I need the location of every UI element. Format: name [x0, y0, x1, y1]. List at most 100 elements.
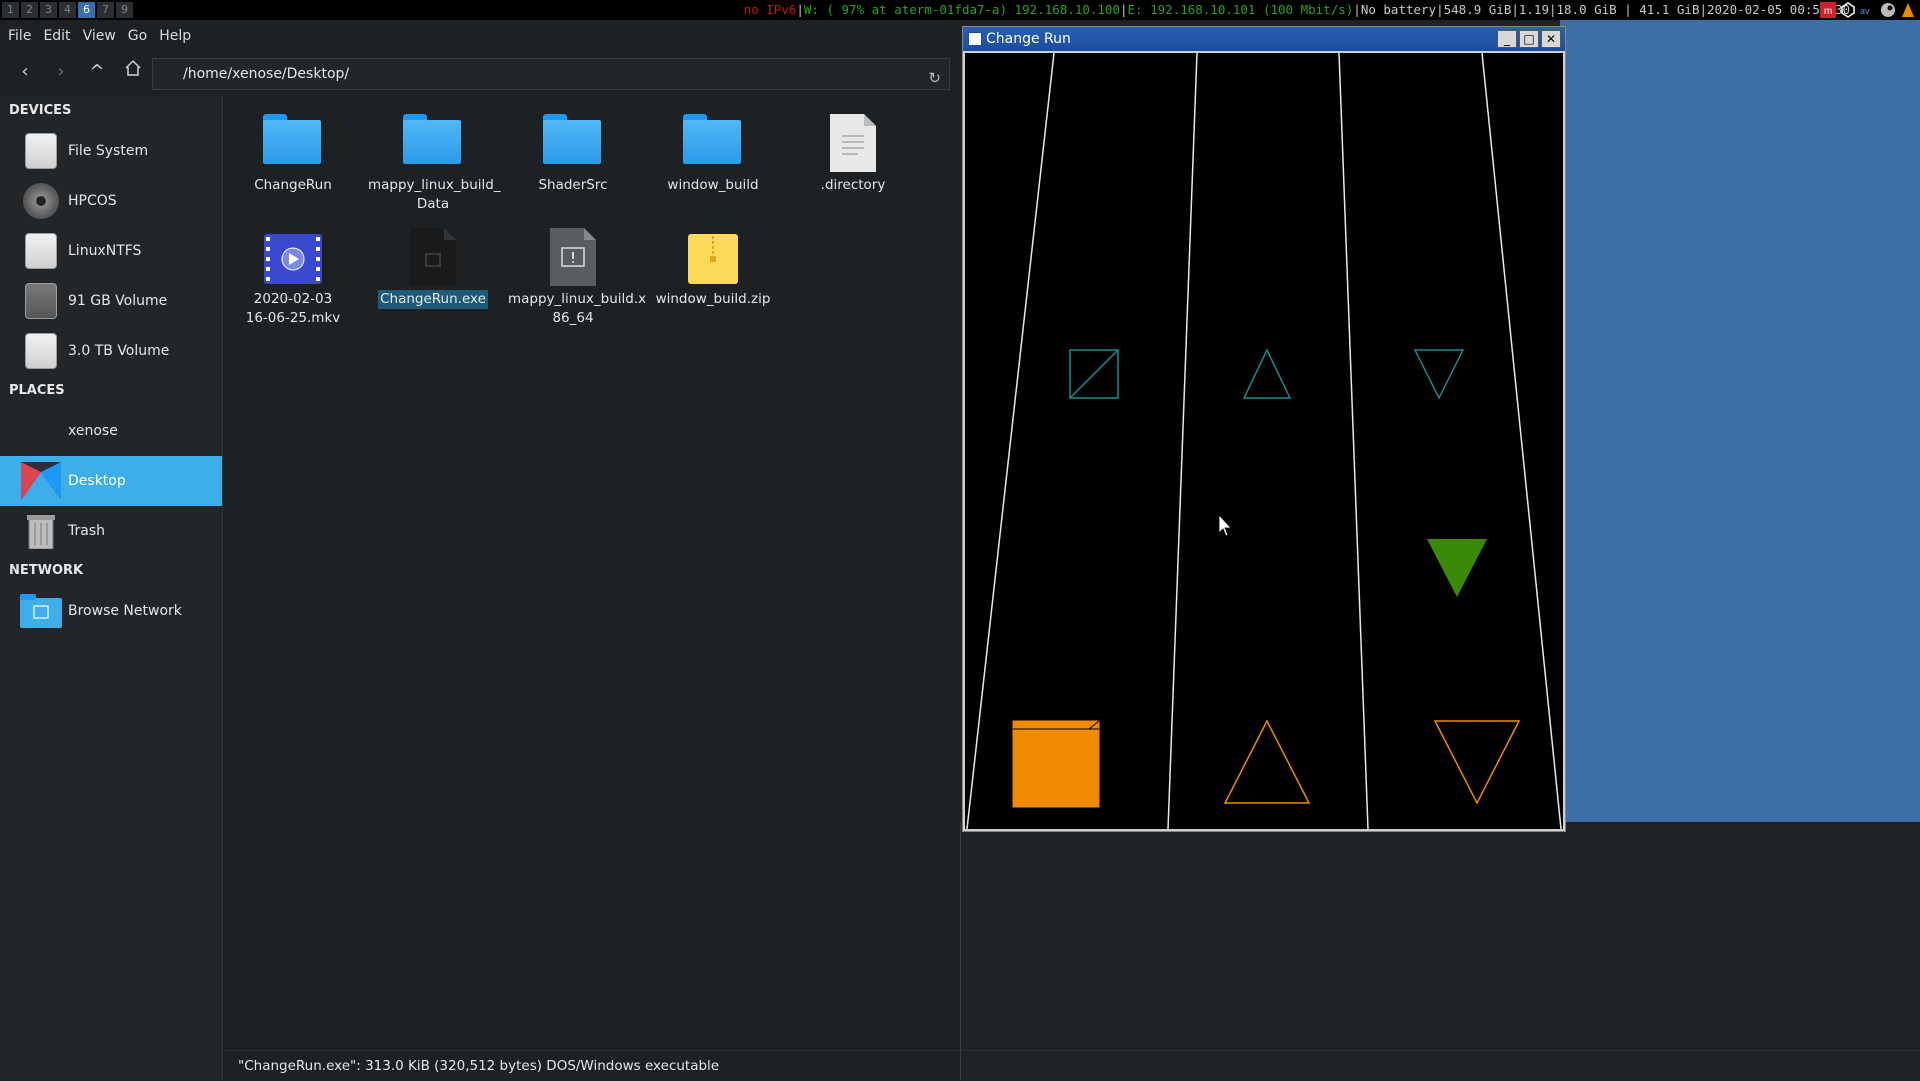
sidebar-item-linuxntfs[interactable]: LinuxNTFS — [0, 226, 222, 276]
drive-icon — [25, 333, 57, 369]
file-item-window-build-zip[interactable]: window_build.zip — [648, 220, 778, 309]
desktop-background — [1560, 20, 1920, 822]
sidebar-item-trash[interactable]: Trash — [0, 506, 222, 556]
game-title-bar[interactable]: Change Run _ □ ✕ — [963, 27, 1565, 51]
file-item-changerun-exe[interactable]: ChangeRun.exe — [368, 220, 498, 309]
sidebar-item-label: xenose — [68, 423, 118, 439]
workspace-1[interactable]: 1 — [2, 2, 19, 18]
vlc-tray-icon[interactable] — [1900, 2, 1916, 18]
folder-icon — [683, 114, 741, 164]
sidebar-item-hpcos[interactable]: HPCOS — [0, 176, 222, 226]
file-item-mkv-video[interactable]: 2020-02-03 16-06-25.mkv — [228, 220, 358, 328]
menu-bar: File Edit View Go Help — [0, 20, 960, 52]
wifi-status: W: ( 97% at aterm-01fda7-a) 192.168.10.1… — [803, 2, 1120, 17]
sidebar-item-label: File System — [68, 143, 149, 159]
zip-archive-icon — [688, 234, 738, 284]
chevron-left-icon: ‹ — [21, 61, 29, 82]
file-name: 2020-02-03 16-06-25.mkv — [245, 291, 341, 326]
text-file-icon — [830, 114, 876, 172]
up-button[interactable]: ^ — [84, 59, 110, 85]
file-grid: ChangeRun mappy_linux_build_ Data Shader… — [224, 96, 960, 1046]
workspace-2[interactable]: 2 — [21, 2, 38, 18]
sidebar-item-label: LinuxNTFS — [68, 243, 142, 259]
folder-icon — [263, 114, 321, 164]
sidebar-item-label: 91 GB Volume — [68, 293, 168, 309]
path-text: /home/xenose/Desktop/ — [183, 66, 350, 82]
file-name: mappy_linux_build_ Data — [368, 177, 501, 212]
steam-tray-icon[interactable] — [1880, 2, 1896, 18]
menu-edit[interactable]: Edit — [43, 28, 70, 44]
workspace-3[interactable]: 3 — [40, 2, 57, 18]
trash-icon — [27, 515, 55, 549]
menu-view[interactable]: View — [83, 28, 116, 44]
minimize-button[interactable]: _ — [1497, 30, 1517, 48]
sidebar-item-91gb-volume[interactable]: 91 GB Volume — [0, 276, 222, 326]
game-window: Change Run _ □ ✕ — [962, 26, 1566, 832]
sidebar-item-xenose[interactable]: xenose — [0, 406, 222, 456]
file-item-mappy-x86-64[interactable]: mappy_linux_build.x 86_64 — [508, 220, 647, 328]
workspace-4[interactable]: 4 — [59, 2, 76, 18]
section-places: PLACES — [9, 383, 65, 398]
svg-text:m: m — [1824, 6, 1832, 17]
home-icon — [125, 59, 141, 76]
status-line: no IPv6|W: ( 97% at aterm-01fda7-a) 192.… — [743, 2, 1850, 17]
close-button[interactable]: ✕ — [1541, 30, 1561, 48]
desktop-icon — [21, 462, 61, 500]
empty-status-area — [960, 1050, 1920, 1080]
file-name: ChangeRun — [254, 177, 332, 193]
sidebar-item-label: Browse Network — [68, 603, 182, 619]
workspace-9[interactable]: 9 — [116, 2, 133, 18]
game-window-title: Change Run — [986, 31, 1071, 47]
sidebar-item-3tb-volume[interactable]: 3.0 TB Volume — [0, 326, 222, 376]
maximize-icon: □ — [1523, 32, 1535, 46]
file-name: .directory — [820, 177, 886, 193]
file-name: window_build.zip — [655, 291, 771, 307]
top-status-bar: 1 2 3 4 6 7 9 no IPv6|W: ( 97% at aterm-… — [0, 0, 1920, 20]
file-item-mappy-data-folder[interactable]: mappy_linux_build_ Data — [368, 106, 501, 214]
path-input[interactable]: /home/xenose/Desktop/ ↻ — [152, 58, 950, 90]
network-tray-icon[interactable]: av — [1860, 2, 1876, 18]
executable-file-icon — [410, 228, 456, 286]
game-canvas[interactable] — [965, 53, 1563, 829]
sidebar-item-browse-network[interactable]: Browse Network — [0, 586, 222, 636]
home-folder-icon — [23, 414, 59, 448]
disc-icon — [23, 183, 59, 219]
file-item-directory[interactable]: .directory — [788, 106, 918, 195]
workspace-6[interactable]: 6 — [78, 2, 95, 18]
file-name: mappy_linux_build.x 86_64 — [508, 291, 647, 326]
minimize-icon: _ — [1504, 32, 1510, 46]
maximize-button[interactable]: □ — [1519, 30, 1539, 48]
drive-icon — [25, 133, 57, 169]
folder-icon — [543, 114, 601, 164]
refresh-icon[interactable]: ↻ — [928, 63, 941, 93]
folder-icon — [403, 114, 461, 164]
section-devices: DEVICES — [9, 103, 72, 118]
video-file-icon — [264, 234, 322, 284]
menu-file[interactable]: File — [8, 28, 31, 44]
file-item-window-build-folder[interactable]: window_build — [648, 106, 778, 195]
drive-icon — [25, 283, 57, 319]
file-item-changerun-folder[interactable]: ChangeRun — [228, 106, 358, 195]
forward-button[interactable]: › — [48, 59, 74, 85]
unity-tray-icon[interactable] — [1840, 2, 1856, 18]
chevron-up-icon: ^ — [89, 61, 105, 82]
sidebar-item-label: Trash — [68, 523, 105, 539]
network-folder-icon — [20, 594, 62, 628]
sidebar-item-desktop[interactable]: Desktop — [0, 456, 222, 506]
file-item-shadersrc-folder[interactable]: ShaderSrc — [508, 106, 638, 195]
menu-help[interactable]: Help — [159, 28, 191, 44]
window-icon — [968, 32, 982, 46]
back-button[interactable]: ‹ — [12, 59, 38, 85]
mail-tray-icon[interactable]: m — [1820, 2, 1836, 18]
sidebar-item-label: Desktop — [68, 473, 126, 489]
sidebar: DEVICES File System HPCOS LinuxNTFS 91 G… — [0, 96, 223, 1080]
workspace-7[interactable]: 7 — [97, 2, 114, 18]
binary-file-icon — [550, 228, 596, 286]
sidebar-item-file-system[interactable]: File System — [0, 126, 222, 176]
file-manager-window: File Edit View Go Help ‹ › ^ /home/xenos… — [0, 20, 960, 1080]
drive-icon — [25, 233, 57, 269]
menu-go[interactable]: Go — [128, 28, 147, 44]
section-network: NETWORK — [9, 563, 84, 578]
ethernet-status: E: 192.168.10.101 (100 Mbit/s) — [1127, 2, 1354, 17]
home-button[interactable] — [120, 59, 146, 85]
